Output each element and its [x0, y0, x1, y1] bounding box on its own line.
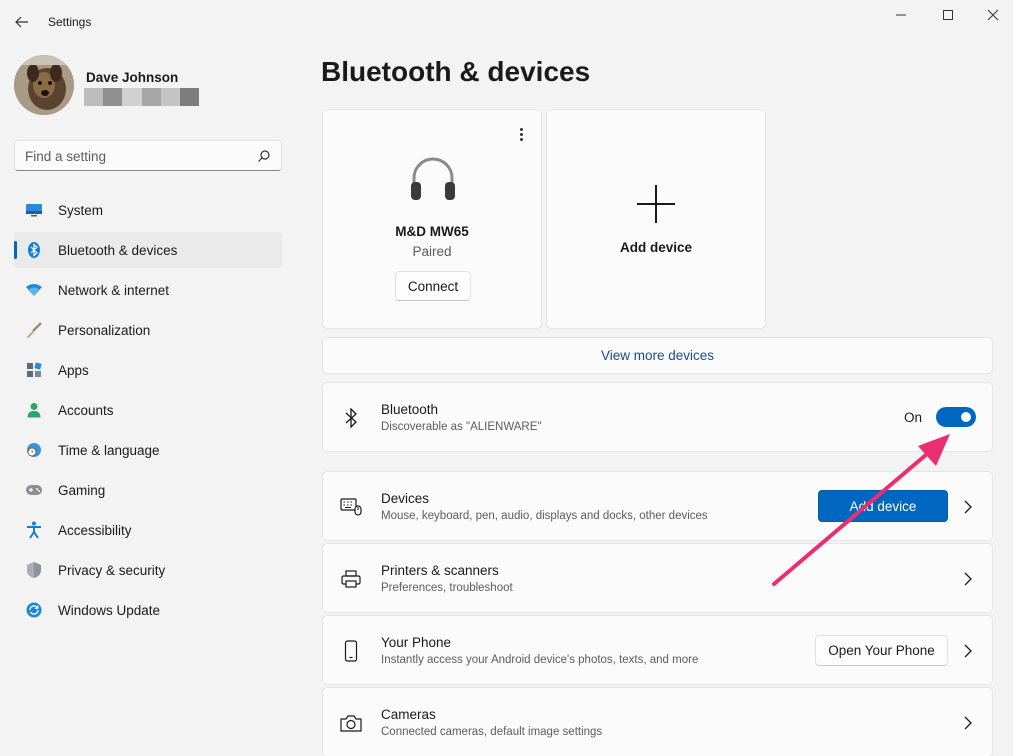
sidebar-item-label: Personalization — [58, 322, 151, 338]
update-icon — [26, 602, 42, 618]
gamepad-icon — [26, 485, 42, 495]
apps-icon — [27, 362, 42, 377]
sidebar-item-accessibility[interactable]: Accessibility — [14, 512, 282, 548]
plus-icon — [637, 185, 675, 223]
camera-icon — [340, 715, 362, 732]
sidebar-item-label: Network & internet — [58, 282, 170, 298]
device-card[interactable]: M&D MW65 Paired Connect — [322, 109, 542, 329]
bluetooth-row: Bluetooth Discoverable as "ALIENWARE" On — [322, 382, 993, 452]
brush-icon — [26, 322, 42, 338]
sidebar-item-network[interactable]: Network & internet — [14, 272, 282, 308]
printer-icon — [341, 570, 361, 588]
chevron-right-icon — [964, 644, 972, 658]
add-device-label: Add device — [619, 240, 693, 255]
sidebar-item-apps[interactable]: Apps — [14, 352, 282, 388]
avatar-photo-icon — [14, 55, 74, 115]
view-more-label: View more devices — [600, 348, 715, 363]
sidebar-nav: System Bluetooth & devices Network & int… — [14, 192, 282, 632]
system-icon — [26, 204, 42, 217]
row-title: Bluetooth — [381, 402, 439, 417]
sidebar-item-time-language[interactable]: Time & language — [14, 432, 282, 468]
title-bar: Settings — [0, 0, 1013, 44]
accessibility-icon — [27, 521, 41, 539]
minimize-icon — [896, 14, 906, 16]
back-arrow-icon — [15, 16, 28, 28]
keyboard-mouse-icon — [340, 498, 362, 516]
row-title: Your Phone — [381, 635, 452, 650]
sidebar-item-label: Time & language — [58, 442, 160, 458]
chevron-right-icon — [964, 500, 972, 514]
more-dots-icon — [519, 132, 523, 136]
shield-icon — [27, 562, 41, 578]
row-title: Cameras — [381, 707, 436, 722]
bluetooth-toggle[interactable] — [936, 407, 976, 427]
printers-row[interactable]: Printers & scanners Preferences, trouble… — [322, 543, 993, 613]
add-device-card[interactable]: Add device — [546, 109, 766, 329]
maximize-icon — [943, 10, 953, 20]
toggle-state-label: On — [903, 410, 922, 425]
row-subtitle: Discoverable as "ALIENWARE" — [381, 421, 542, 433]
search-box — [14, 140, 282, 171]
sidebar-item-label: Accounts — [58, 402, 114, 418]
device-status: Paired — [412, 244, 452, 259]
window-title: Settings — [48, 15, 92, 29]
row-subtitle: Preferences, troubleshoot — [381, 582, 513, 594]
sidebar-item-privacy-security[interactable]: Privacy & security — [14, 552, 282, 588]
person-icon — [27, 403, 41, 418]
chevron-right-icon — [964, 716, 972, 730]
row-subtitle: Instantly access your Android device's p… — [381, 654, 699, 666]
sidebar-item-personalization[interactable]: Personalization — [14, 312, 282, 348]
profile-name: Dave Johnson — [86, 70, 179, 85]
minimize-button[interactable] — [878, 4, 924, 26]
sidebar-item-label: Privacy & security — [58, 562, 166, 578]
device-name: M&D MW65 — [395, 224, 469, 239]
more-dots-icon — [519, 137, 523, 141]
connect-button[interactable]: Connect — [395, 271, 471, 301]
sidebar-item-accounts[interactable]: Accounts — [14, 392, 282, 428]
headphones-icon — [411, 157, 455, 200]
row-title: Devices — [381, 491, 430, 506]
cameras-row[interactable]: Cameras Connected cameras, default image… — [322, 687, 993, 756]
sidebar-item-label: Windows Update — [58, 602, 161, 618]
sidebar-item-bluetooth-devices[interactable]: Bluetooth & devices — [14, 232, 282, 268]
chevron-right-icon — [964, 572, 972, 586]
close-icon — [987, 9, 999, 21]
bluetooth-icon — [28, 242, 40, 258]
row-title: Printers & scanners — [381, 563, 499, 578]
add-device-button[interactable]: Add device — [818, 490, 948, 522]
sidebar-item-gaming[interactable]: Gaming — [14, 472, 282, 508]
devices-row[interactable]: Devices Mouse, keyboard, pen, audio, dis… — [322, 471, 993, 541]
sidebar-item-label: Bluetooth & devices — [58, 242, 178, 258]
sidebar-item-label: Apps — [58, 362, 89, 378]
sidebar-item-system[interactable]: System — [14, 192, 282, 228]
sidebar-item-label: Gaming — [58, 482, 106, 498]
profile-email-redacted — [84, 88, 200, 106]
phone-icon — [344, 640, 358, 662]
sidebar-item-windows-update[interactable]: Windows Update — [14, 592, 282, 628]
globe-clock-icon — [27, 443, 41, 457]
sidebar-item-label: System — [58, 202, 104, 218]
bluetooth-icon — [345, 408, 357, 428]
maximize-button[interactable] — [925, 4, 971, 26]
more-options-button[interactable] — [513, 124, 529, 144]
wifi-icon — [26, 284, 42, 296]
open-your-phone-button[interactable]: Open Your Phone — [815, 635, 948, 666]
search-icon[interactable] — [257, 149, 271, 163]
view-more-devices-button[interactable]: View more devices — [322, 337, 993, 374]
more-dots-icon — [519, 127, 523, 131]
avatar[interactable] — [14, 55, 74, 115]
row-subtitle: Mouse, keyboard, pen, audio, displays an… — [381, 510, 708, 522]
back-button[interactable] — [10, 10, 34, 34]
sidebar-item-label: Accessibility — [58, 522, 132, 538]
search-input[interactable] — [25, 147, 250, 165]
your-phone-row[interactable]: Your Phone Instantly access your Android… — [322, 615, 993, 685]
row-subtitle: Connected cameras, default image setting… — [381, 726, 603, 738]
close-button[interactable] — [970, 4, 1013, 26]
page-title: Bluetooth & devices — [321, 56, 591, 87]
